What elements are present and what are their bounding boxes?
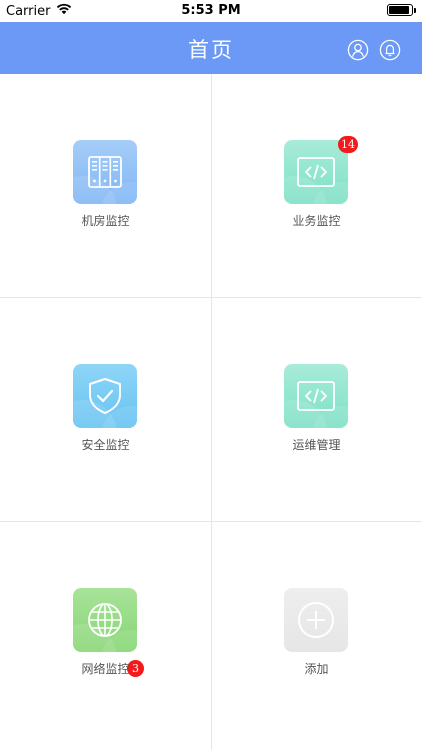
module-tile[interactable]	[73, 364, 137, 428]
module-network[interactable]: 3 网络监控	[0, 522, 211, 746]
battery-tip	[414, 7, 416, 13]
battery-icon	[387, 4, 413, 16]
module-add[interactable]: 添加	[211, 522, 422, 746]
module-tile[interactable]	[73, 588, 137, 652]
module-label: 安全监控	[81, 438, 130, 452]
module-security[interactable]: 安全监控	[0, 298, 211, 522]
notification-badge: 14	[338, 136, 358, 153]
module-business[interactable]: 14 业务监控	[211, 74, 422, 298]
nav-bar: 首页	[0, 22, 422, 74]
status-time: 5:53 PM	[181, 3, 241, 18]
add-tile[interactable]	[284, 588, 348, 652]
module-tile[interactable]	[284, 364, 348, 428]
battery-fill	[389, 6, 410, 14]
module-machine-room[interactable]: 机房监控	[0, 74, 211, 298]
module-label: 运维管理	[292, 438, 341, 452]
code-icon	[297, 157, 335, 187]
bell-icon[interactable]	[379, 39, 401, 61]
module-operations[interactable]: 运维管理	[211, 298, 422, 522]
module-label: 网络监控	[81, 662, 130, 676]
status-bar: Carrier 5:53 PM	[0, 0, 422, 22]
user-icon[interactable]	[347, 39, 369, 61]
code-icon	[297, 381, 335, 411]
module-label: 业务监控	[292, 214, 341, 228]
plus-circle-icon	[298, 602, 334, 638]
shield-check-icon	[89, 378, 121, 414]
module-label: 添加	[304, 662, 329, 676]
battery-indicator	[387, 4, 416, 16]
module-tile[interactable]	[284, 140, 348, 204]
server-rack-icon	[88, 156, 122, 188]
module-label: 机房监控	[81, 214, 130, 228]
module-grid: 机房监控 14 业务监控 安全监控 运维管理 3 网络监控 添加	[0, 74, 422, 750]
module-tile[interactable]	[73, 140, 137, 204]
globe-icon	[88, 603, 122, 637]
